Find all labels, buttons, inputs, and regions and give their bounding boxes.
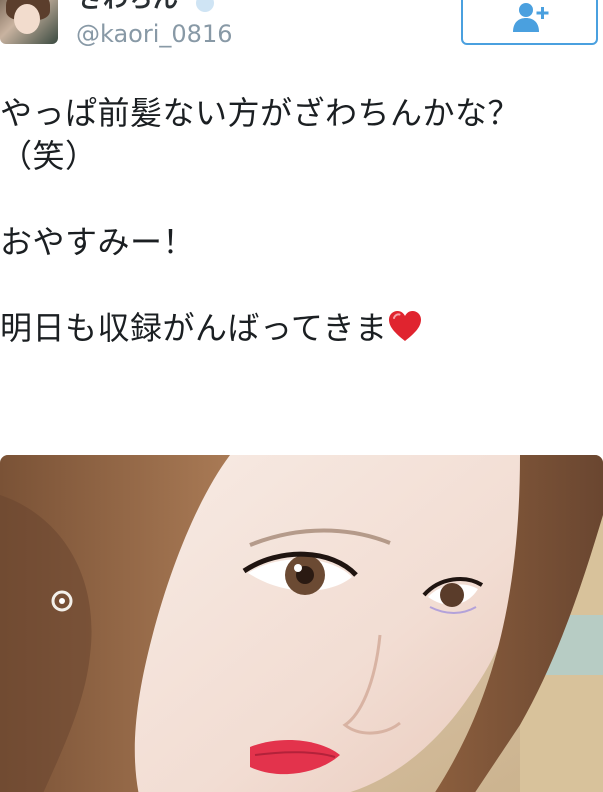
display-name[interactable]: ざわちん [78,0,178,14]
selfie-image [0,455,603,792]
follow-button[interactable] [461,0,598,45]
tweet-line: （笑） [0,137,98,175]
tweet-line-last: 明日も収録がんばってきま [0,307,603,350]
user-handle[interactable]: @kaori_0816 [76,19,232,49]
tweet-text: やっぱ前髪ない方がざわちんかな？ （笑） おやすみー！ 明日も収録がんばってきま [0,92,603,350]
tweet-line: やっぱ前髪ない方がざわちんかな？ [0,94,521,132]
tweet-line-gap [0,178,603,221]
tweet-line: おやすみー！ [0,223,196,261]
tweet-line: 明日も収録がんばってきま [0,309,388,347]
avatar[interactable] [0,0,58,44]
add-user-icon [513,3,549,32]
verified-badge-icon [196,0,214,12]
tweet-photo[interactable] [0,455,603,792]
avatar-face [14,4,40,34]
heart-icon [389,311,422,341]
tweet-line-gap [0,264,603,307]
tweet-view: ざわちん @kaori_0816 やっぱ前髪ない方がざわちんかな？ （笑） おや… [0,0,603,792]
